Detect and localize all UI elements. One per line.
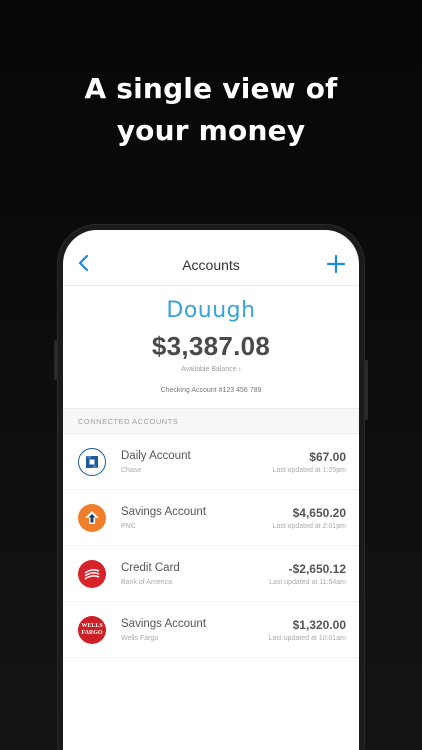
account-amount: $67.00 [309,450,346,464]
account-amount: -$2,650.12 [288,562,346,576]
navigation-bar: Accounts [63,230,359,286]
account-row[interactable]: Savings Account PNC $4,650.20 Last updat… [63,490,359,546]
wells-fargo-logo-icon: WELLS FARGO [78,616,106,644]
available-balance-link[interactable]: Available Balance › [63,366,359,373]
app-screen: Accounts Douugh $3,387.08 Available Bala… [63,230,359,750]
bank-name: Chase [121,467,142,474]
account-name: Daily Account [121,450,191,462]
headline: A single view of your money [0,68,422,152]
chase-logo-icon [78,448,106,476]
account-row[interactable]: WELLS FARGO Savings Account Wells Fargo … [63,602,359,658]
page-title: Accounts [182,257,240,273]
headline-line-1: A single view of [84,72,338,105]
checking-account-number: Checking Account #123 456 789 [160,387,262,394]
account-name: Savings Account [121,506,207,518]
wells-fargo-logo-text-1: WELLS [81,623,103,629]
last-updated: Last updated at 11:54am [269,579,346,586]
bank-name: Wells Fargo [121,635,159,642]
last-updated: Last updated at 1:25pm [272,467,346,474]
plus-icon[interactable] [325,253,347,275]
section-header: CONNECTED ACCOUNTS [63,408,359,434]
bank-name: PNC [121,523,136,530]
account-amount: $4,650.20 [292,506,346,520]
account-row[interactable]: Credit Card Bank of America -$2,650.12 L… [63,546,359,602]
balance-summary: Douugh $3,387.08 Available Balance › Che… [63,286,359,394]
wells-fargo-logo-text-2: FARGO [81,630,103,636]
bank-of-america-logo-icon [78,560,106,588]
account-name: Credit Card [121,562,180,574]
account-amount: $1,320.00 [292,618,346,632]
phone-power-button [365,360,368,420]
brand-logo: Douugh [166,298,256,323]
phone-volume-button [54,340,57,380]
pnc-logo-icon [78,504,106,532]
headline-line-2: your money [116,114,306,147]
last-updated: Last updated at 10:01am [268,635,346,642]
account-row[interactable]: Daily Account Chase $67.00 Last updated … [63,434,359,490]
last-updated: Last updated at 2:01pm [272,523,346,530]
account-name: Savings Account [121,618,207,630]
bank-name: Bank of America [121,579,172,586]
total-balance: $3,387.08 [151,331,271,361]
